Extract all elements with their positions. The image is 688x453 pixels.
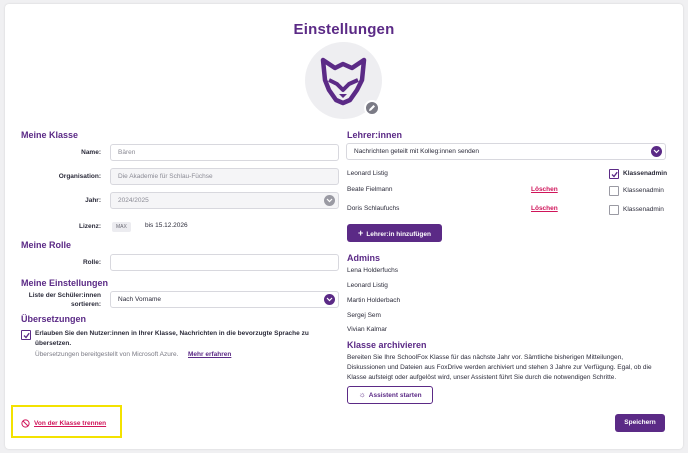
sort-select[interactable]: Nach Vorname: [110, 291, 339, 308]
section-translations-heading: Übersetzungen: [21, 314, 87, 324]
class-admin-checkbox[interactable]: [609, 205, 619, 215]
admin-name: Leonard Listig: [347, 282, 388, 289]
sort-label-line1: Liste der Schüler:innen: [28, 292, 101, 299]
teacher-name: Leonard Listig: [347, 170, 388, 177]
sort-label-line2: sortieren:: [71, 301, 101, 308]
class-admin-label: Klassenadmin: [623, 170, 668, 177]
section-my-role-heading: Meine Rolle: [21, 240, 72, 250]
class-admin-label: Klassenadmin: [623, 206, 664, 213]
sort-value: Nach Vorname: [118, 296, 161, 303]
archive-description-1: Bereiten Sie Ihre SchoolFox Klasse für d…: [347, 354, 624, 361]
class-admin-checkbox[interactable]: [609, 169, 619, 179]
save-button[interactable]: Speichern: [615, 414, 665, 432]
year-select: 2024/2025: [110, 192, 339, 209]
add-teacher-button[interactable]: + Lehrer:in hinzufügen: [347, 224, 442, 242]
teacher-name: Beate Fielmann: [347, 186, 393, 193]
translation-provider-text: Übersetzungen bereitgestellt von Microso…: [35, 351, 179, 358]
admin-name: Lena Holderfuchs: [347, 267, 398, 274]
year-label: Jahr:: [85, 197, 101, 204]
teacher-sharing-value: Nachrichten geteilt mit Kolleg:innen sen…: [354, 148, 480, 155]
section-admins-heading: Admins: [347, 253, 381, 263]
delete-teacher-button[interactable]: Löschen: [531, 205, 558, 212]
pencil-icon: [369, 105, 375, 111]
role-input[interactable]: [110, 254, 339, 271]
class-admin-label: Klassenadmin: [623, 187, 664, 194]
learn-more-link[interactable]: Mehr erfahren: [188, 351, 231, 358]
start-assistant-label: Assistent starten: [368, 392, 422, 399]
organisation-input: Die Akademie für Schlau-Füchse: [110, 168, 339, 185]
fox-icon: [320, 57, 367, 106]
license-label: Lizenz:: [78, 223, 101, 230]
role-label: Rolle:: [82, 259, 101, 266]
check-icon: [23, 332, 30, 339]
section-teachers-heading: Lehrer:innen: [347, 130, 403, 140]
allow-translation-checkbox[interactable]: [21, 330, 31, 340]
teacher-sharing-select[interactable]: Nachrichten geteilt mit Kolleg:innen sen…: [346, 143, 666, 160]
class-name-input[interactable]: Bären: [110, 144, 339, 161]
sparkle-icon: ☼: [358, 390, 366, 399]
section-archive-heading: Klasse archivieren: [347, 340, 427, 350]
leave-class-label: Von der Klasse trennen: [34, 420, 107, 427]
license-until: bis 15.12.2026: [145, 222, 188, 229]
name-label: Name:: [81, 149, 101, 156]
edit-avatar-button[interactable]: [364, 100, 380, 116]
organisation-label: Organisation:: [58, 173, 101, 180]
archive-description-3: Klasse aufsteigt oder aufgelöst wird, un…: [347, 374, 617, 381]
plus-icon: +: [358, 228, 364, 238]
chevron-down-icon: [324, 195, 335, 206]
archive-description-2: Diskussionen und Dateien aus FoxDrive we…: [347, 364, 652, 371]
allow-translation-text-1: Erlauben Sie den Nutzer:innen in Ihrer K…: [35, 330, 309, 337]
page-title: Einstellungen: [293, 21, 395, 38]
section-my-class-heading: Meine Klasse: [21, 130, 79, 140]
allow-translation-text-2: übersetzen.: [35, 340, 72, 347]
class-admin-checkbox[interactable]: [609, 186, 619, 196]
chevron-down-icon: [324, 294, 335, 305]
teacher-name: Doris Schlaufuchs: [347, 205, 400, 212]
admin-name: Sergej Sem: [347, 312, 381, 319]
delete-teacher-button[interactable]: Löschen: [531, 186, 558, 193]
add-teacher-label: Lehrer:in hinzufügen: [366, 231, 431, 238]
section-my-settings-heading: Meine Einstellungen: [21, 278, 109, 288]
start-assistant-button[interactable]: ☼ Assistent starten: [347, 386, 433, 404]
prohibit-icon: [21, 419, 30, 428]
year-value: 2024/2025: [118, 197, 149, 204]
chevron-down-icon: [651, 146, 662, 157]
check-icon: [611, 171, 618, 178]
license-badge: MAX: [112, 222, 131, 232]
admin-name: Martin Holderbach: [347, 297, 401, 304]
admin-name: Vivian Kalmar: [347, 326, 387, 333]
